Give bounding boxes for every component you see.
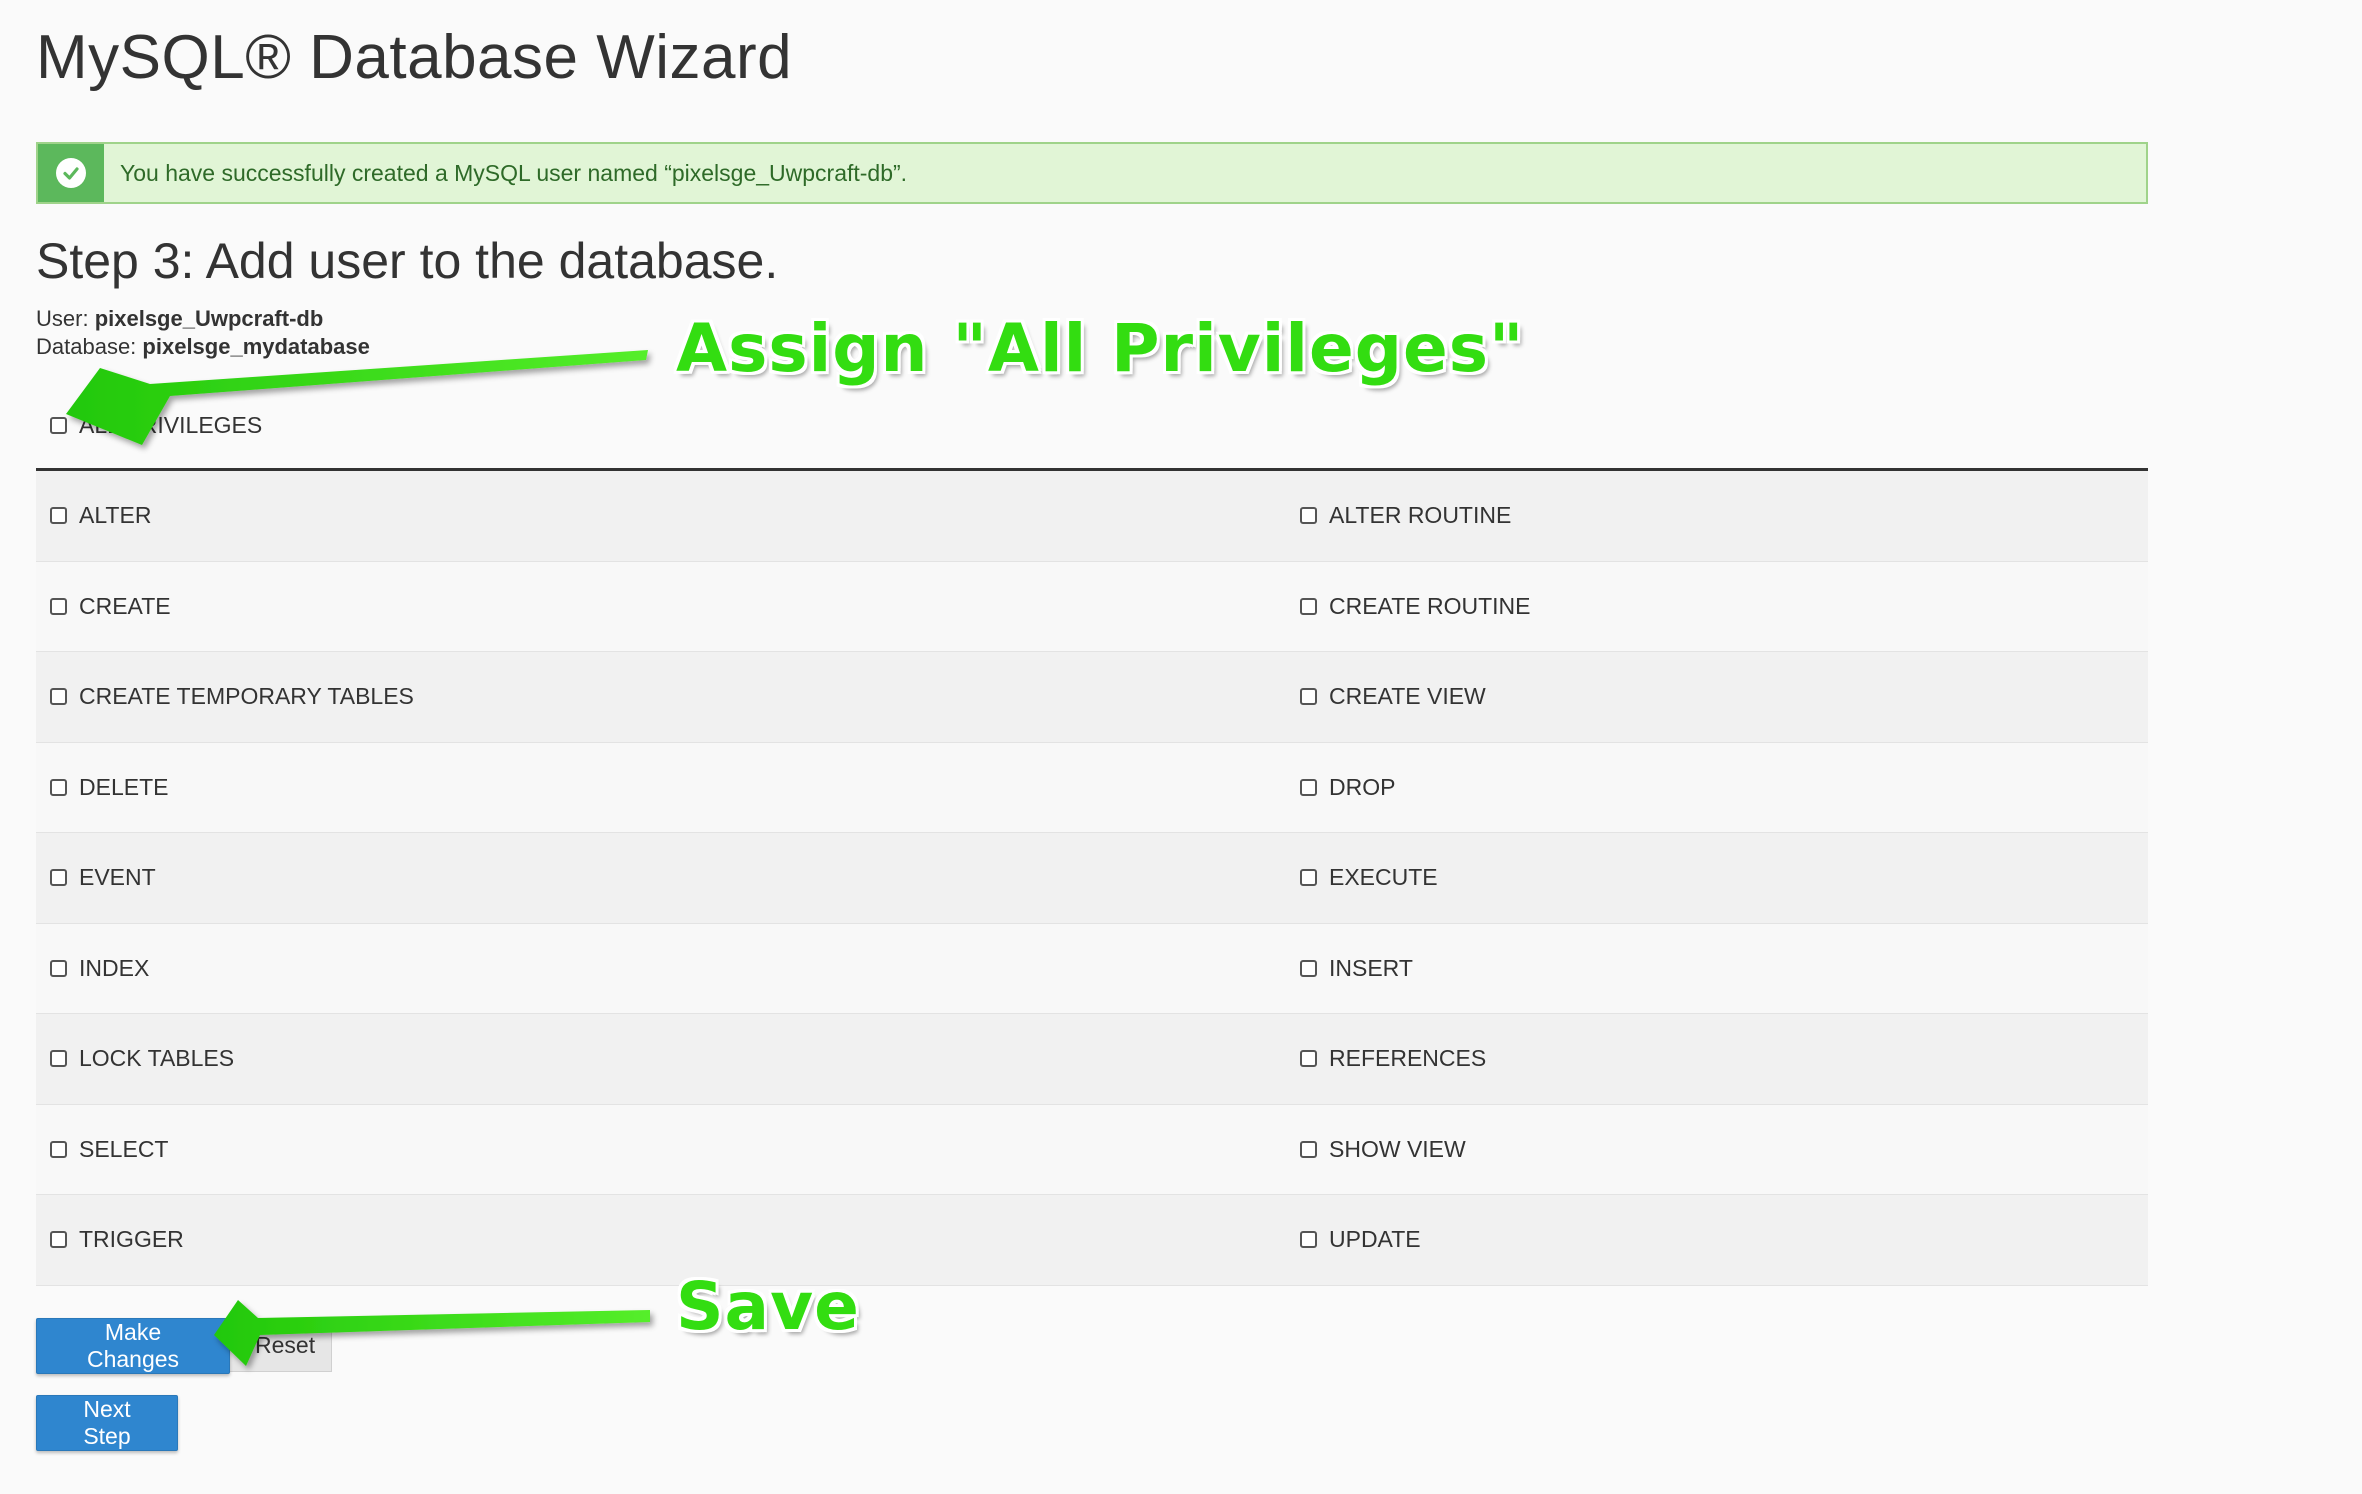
privilege-option[interactable]: UPDATE	[1300, 1195, 1421, 1285]
privilege-label: REFERENCES	[1329, 1045, 1487, 1072]
privilege-checkbox[interactable]	[1300, 778, 1317, 796]
privilege-label: UPDATE	[1329, 1226, 1421, 1253]
privilege-checkbox[interactable]	[1300, 1140, 1317, 1158]
privilege-option[interactable]: INDEX	[36, 924, 1300, 1014]
privilege-label: CREATE ROUTINE	[1329, 592, 1531, 619]
privilege-option[interactable]: DROP	[1300, 743, 1395, 833]
database-label: Database:	[36, 334, 137, 359]
privilege-label: ALTER ROUTINE	[1329, 502, 1512, 529]
privilege-label: DELETE	[79, 773, 169, 800]
privilege-checkbox[interactable]	[1300, 1050, 1317, 1068]
privilege-option[interactable]: LOCK TABLES	[36, 1014, 1300, 1104]
privilege-option[interactable]: CREATE VIEW	[1300, 652, 1486, 742]
page-title: MySQL® Database Wizard	[36, 23, 793, 92]
privileges-table: ALTER ALTER ROUTINE CREATE CREATE ROUTIN…	[36, 471, 2148, 1286]
alert-message: You have successfully created a MySQL us…	[120, 159, 908, 186]
privilege-checkbox[interactable]	[50, 597, 67, 615]
all-privileges-checkbox[interactable]	[50, 417, 67, 434]
privilege-checkbox[interactable]	[1300, 597, 1317, 615]
privilege-option[interactable]: EVENT	[36, 833, 1300, 923]
privilege-option[interactable]: ALTER ROUTINE	[1300, 471, 1511, 561]
table-row: INDEX INSERT	[36, 923, 2148, 1014]
user-value: pixelsge_Uwpcraft-db	[94, 306, 324, 331]
privilege-checkbox[interactable]	[1300, 869, 1317, 887]
privilege-label: TRIGGER	[79, 1226, 184, 1253]
privilege-label: ALTER	[79, 502, 152, 529]
table-row: SELECT SHOW VIEW	[36, 1104, 2148, 1195]
all-privileges-label: ALL PRIVILEGES	[79, 412, 263, 438]
privilege-checkbox[interactable]	[50, 778, 67, 796]
step-title: Step 3: Add user to the database.	[36, 233, 779, 289]
table-row: TRIGGER UPDATE	[36, 1195, 2148, 1286]
privilege-checkbox[interactable]	[1300, 959, 1317, 977]
privilege-label: INSERT	[1329, 954, 1413, 981]
privilege-label: CREATE VIEW	[1329, 683, 1486, 710]
privilege-checkbox[interactable]	[50, 1140, 67, 1158]
privilege-option[interactable]: ALTER	[36, 471, 1300, 561]
privilege-checkbox[interactable]	[50, 869, 67, 887]
privilege-checkbox[interactable]	[1300, 507, 1317, 525]
privilege-checkbox[interactable]	[1300, 1231, 1317, 1249]
privilege-label: EXECUTE	[1329, 864, 1438, 891]
annotation-save: Save	[676, 1268, 860, 1345]
privilege-label: CREATE	[79, 592, 171, 619]
privilege-checkbox[interactable]	[50, 688, 67, 706]
privilege-label: DROP	[1329, 773, 1396, 800]
database-value: pixelsge_mydatabase	[142, 334, 370, 359]
privilege-option[interactable]: REFERENCES	[1300, 1014, 1486, 1104]
privilege-label: LOCK TABLES	[79, 1045, 235, 1072]
user-label: User:	[36, 306, 89, 331]
user-info: User: pixelsge_Uwpcraft-db	[36, 306, 323, 332]
all-privileges-option[interactable]: ALL PRIVILEGES	[50, 412, 262, 439]
privilege-option[interactable]: TRIGGER	[36, 1195, 1300, 1285]
table-row: LOCK TABLES REFERENCES	[36, 1014, 2148, 1105]
privilege-option[interactable]: INSERT	[1300, 924, 1413, 1014]
table-row: ALTER ALTER ROUTINE	[36, 471, 2148, 562]
privilege-label: SELECT	[79, 1135, 169, 1162]
privilege-option[interactable]: DELETE	[36, 743, 1300, 833]
database-info: Database: pixelsge_mydatabase	[36, 334, 370, 360]
privilege-label: EVENT	[79, 864, 156, 891]
check-circle-icon	[56, 158, 86, 188]
privilege-option[interactable]: SELECT	[36, 1105, 1300, 1195]
table-row: CREATE CREATE ROUTINE	[36, 561, 2148, 652]
success-alert: You have successfully created a MySQL us…	[36, 142, 2148, 204]
privilege-option[interactable]: CREATE	[36, 562, 1300, 652]
privilege-checkbox[interactable]	[1300, 688, 1317, 706]
privilege-option[interactable]: CREATE ROUTINE	[1300, 562, 1530, 652]
privilege-label: CREATE TEMPORARY TABLES	[79, 683, 414, 710]
alert-icon-box	[38, 144, 104, 202]
make-changes-button[interactable]: Make Changes	[36, 1318, 230, 1374]
reset-button[interactable]: Reset	[224, 1318, 332, 1372]
next-step-button[interactable]: Next Step	[36, 1395, 178, 1451]
privilege-option[interactable]: EXECUTE	[1300, 833, 1438, 923]
annotation-assign-all-privileges: Assign "All Privileges"	[676, 310, 1525, 387]
privilege-label: INDEX	[79, 954, 150, 981]
table-row: DELETE DROP	[36, 742, 2148, 833]
privilege-checkbox[interactable]	[50, 1231, 67, 1249]
privilege-checkbox[interactable]	[50, 1050, 67, 1068]
privilege-option[interactable]: SHOW VIEW	[1300, 1105, 1466, 1195]
privilege-checkbox[interactable]	[50, 959, 67, 977]
privilege-checkbox[interactable]	[50, 507, 67, 525]
table-row: EVENT EXECUTE	[36, 833, 2148, 924]
table-row: CREATE TEMPORARY TABLES CREATE VIEW	[36, 652, 2148, 743]
privilege-label: SHOW VIEW	[1329, 1135, 1466, 1162]
privilege-option[interactable]: CREATE TEMPORARY TABLES	[36, 652, 1300, 742]
